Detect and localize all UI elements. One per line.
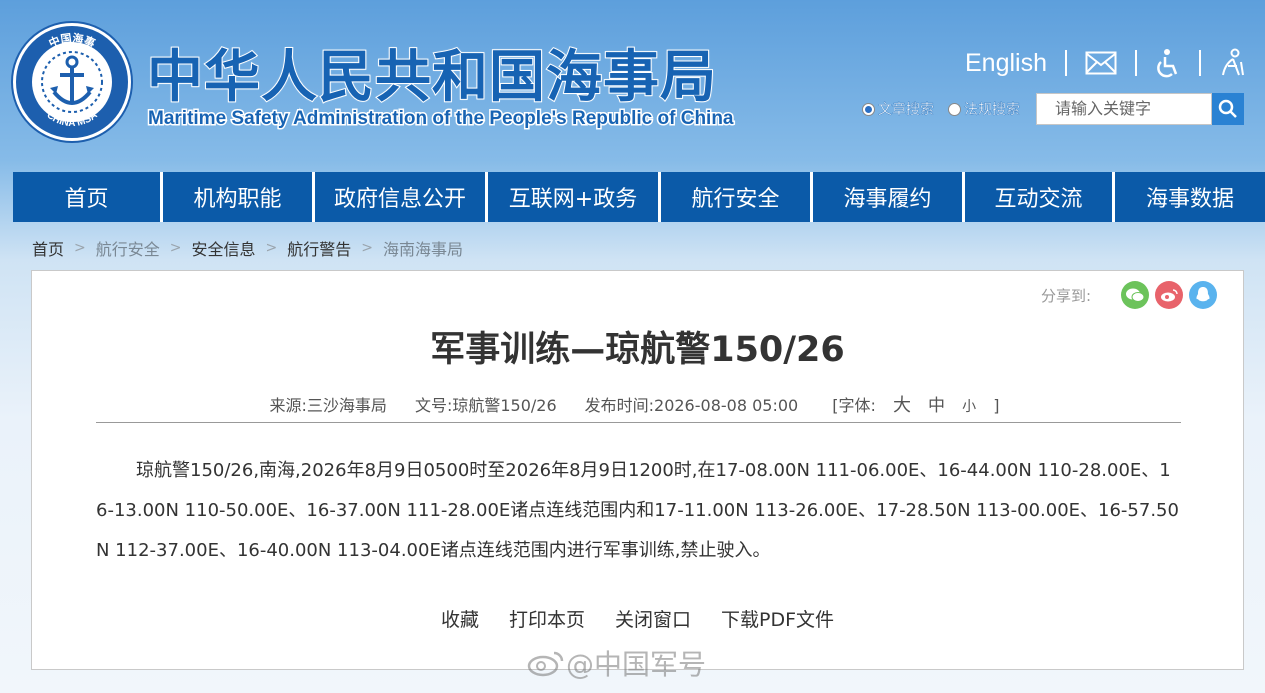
divider <box>1135 50 1137 76</box>
nav-item-internet-gov[interactable]: 互联网+政务 <box>488 172 661 222</box>
article-meta: 来源:三沙海事局 文号:琼航警150/26 发布时间:2026-08-08 05… <box>32 391 1243 417</box>
nav-item-data[interactable]: 海事数据 <box>1115 172 1265 222</box>
search-button[interactable] <box>1212 93 1244 125</box>
watermark-text: @中国军号 <box>566 648 707 681</box>
weibo-icon[interactable] <box>1155 281 1183 309</box>
download-pdf-button[interactable]: 下载PDF文件 <box>721 605 834 632</box>
site-header: 中国海事 CHINA MSA 中华人民共和国海事局 Maritime Safet… <box>0 0 1265 172</box>
top-links: English <box>965 44 1245 82</box>
logo-center <box>32 42 112 122</box>
watermark: @中国军号 <box>526 643 706 683</box>
site-title: 中华人民共和国海事局 <box>146 44 717 111</box>
radio-dot[interactable] <box>948 102 961 116</box>
main-nav: 首页 机构职能 政府信息公开 互联网+政务 航行安全 海事履约 互动交流 海事数… <box>13 172 1265 222</box>
search-bar: 文章搜索 法规搜索 请输入关键字 <box>862 93 1244 125</box>
radio-article-search[interactable]: 文章搜索 <box>862 99 934 119</box>
radio-law-search[interactable]: 法规搜索 <box>948 99 1020 119</box>
chevron-right-icon: > <box>265 240 278 256</box>
accessibility-icon[interactable] <box>1155 48 1181 78</box>
article-actions: 收藏 打印本页 关闭窗口 下载PDF文件 <box>32 605 1243 632</box>
nav-item-compliance[interactable]: 海事履约 <box>813 172 965 222</box>
english-link[interactable]: English <box>965 49 1047 78</box>
site-subtitle: Maritime Safety Administration of the Pe… <box>147 107 736 131</box>
search-icon <box>1218 99 1237 118</box>
nav-item-gov-info[interactable]: 政府信息公开 <box>315 172 488 222</box>
anchor-icon <box>36 46 108 118</box>
chevron-right-icon: > <box>169 240 182 256</box>
nav-item-nav-safety[interactable]: 航行安全 <box>661 172 813 222</box>
breadcrumb-hainan[interactable]: 海南海事局 <box>383 236 463 260</box>
mail-icon[interactable] <box>1085 51 1117 75</box>
nav-item-interaction[interactable]: 互动交流 <box>965 172 1115 222</box>
favorite-button[interactable]: 收藏 <box>441 605 479 632</box>
article-title: 军事训练—琼航警150/26 <box>430 330 845 370</box>
weibo-watermark-icon <box>527 651 564 677</box>
search-input[interactable]: 请输入关键字 <box>1036 93 1212 125</box>
article-doc-no: 文号:琼航警150/26 <box>414 396 557 415</box>
breadcrumb-nav-warning[interactable]: 航行警告 <box>287 236 351 260</box>
nav-item-home[interactable]: 首页 <box>13 172 163 222</box>
elder-care-icon[interactable] <box>1219 48 1245 78</box>
qq-icon[interactable] <box>1189 281 1217 309</box>
font-mid-button[interactable]: 中 <box>928 396 945 416</box>
breadcrumb-nav-safety[interactable]: 航行安全 <box>96 236 160 260</box>
chevron-right-icon: > <box>361 240 373 256</box>
font-label-open: [字体: <box>832 396 876 415</box>
font-size-control: [字体: 大 中 小 ] <box>826 391 1005 417</box>
radio-label: 文章搜索 <box>878 102 934 118</box>
font-big-button[interactable]: 大 <box>893 395 911 416</box>
nav-item-functions[interactable]: 机构职能 <box>163 172 315 222</box>
font-small-button[interactable]: 小 <box>962 399 976 415</box>
font-label-close: ] <box>993 396 1000 415</box>
breadcrumb-safety-info[interactable]: 安全信息 <box>192 236 256 260</box>
print-button[interactable]: 打印本页 <box>509 605 585 632</box>
article-source: 来源:三沙海事局 <box>269 396 387 415</box>
share-label: 分享到: <box>1040 286 1091 305</box>
article-body: 琼航警150/26,南海,2026年8月9日0500时至2026年8月9日120… <box>96 460 1179 561</box>
divider <box>1199 50 1201 76</box>
divider <box>1065 50 1067 76</box>
radio-label: 法规搜索 <box>964 102 1020 118</box>
breadcrumb: 首页 > 航行安全 > 安全信息 > 航行警告 > 海南海事局 <box>32 236 463 260</box>
article-panel: 分享到: 军事训练—琼航警150/26 来源:三沙海事局 文号:琼航警150/2… <box>31 270 1244 670</box>
breadcrumb-home[interactable]: 首页 <box>32 236 64 260</box>
radio-dot[interactable] <box>862 102 875 116</box>
wechat-icon[interactable] <box>1121 281 1149 309</box>
chevron-right-icon: > <box>74 240 86 256</box>
share-bar: 分享到: <box>1041 281 1217 309</box>
close-window-button[interactable]: 关闭窗口 <box>615 605 691 632</box>
msa-logo[interactable]: 中国海事 CHINA MSA <box>13 23 131 141</box>
article-publish-time: 发布时间:2026-08-08 05:00 <box>584 396 799 415</box>
meta-divider <box>96 422 1181 423</box>
